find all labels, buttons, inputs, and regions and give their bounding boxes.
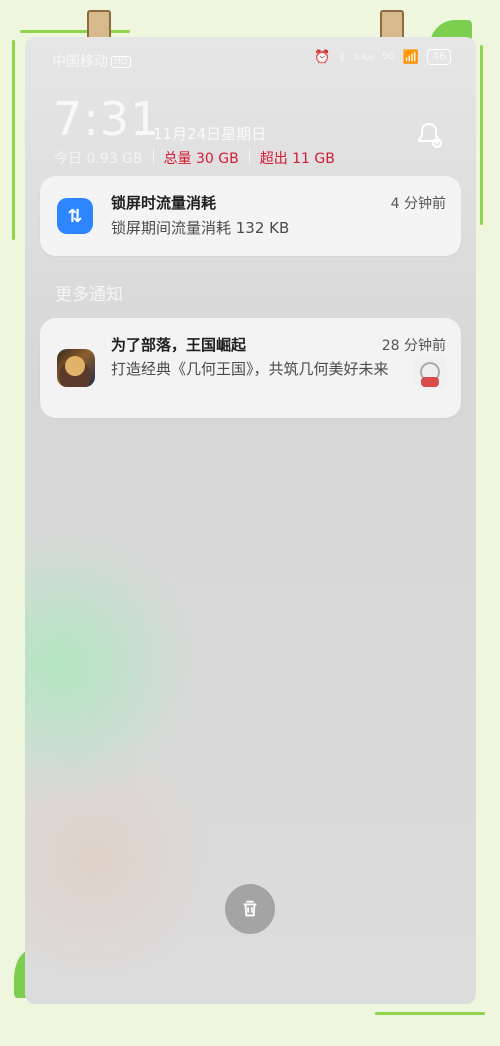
game-app-icon [57, 349, 95, 387]
notification-time: 28 分钟前 [381, 338, 446, 354]
today-usage: 今日 0.93 GB [54, 151, 143, 167]
frame-right-line [480, 45, 483, 225]
hd-badge: HD [111, 56, 131, 68]
notification-card-data-usage[interactable]: ⇅ 锁屏时流量消耗 4 分钟前 锁屏期间流量消耗 132 KB [40, 176, 461, 256]
bluetooth-icon: ᛒ [338, 49, 347, 65]
bell-settings-icon[interactable] [412, 119, 446, 153]
notification-title: 锁屏时流量消耗 [111, 194, 217, 212]
frame-top-line [20, 30, 130, 33]
over-usage: 超出 11 GB [259, 151, 335, 167]
clock-date: 11月24日星期日 [153, 125, 267, 143]
clear-notifications-button[interactable] [225, 884, 275, 934]
frame-left-line [12, 40, 15, 240]
bell-svg [418, 122, 442, 148]
notification-card-game[interactable]: 为了部落，王国崛起 28 分钟前 打造经典《几何王国》，共筑几何美好未来 [40, 318, 461, 418]
more-notifications-label: 更多通知 [55, 285, 123, 305]
notification-title: 为了部落，王国崛起 [111, 336, 247, 354]
usage-separator-2 [248, 148, 250, 164]
carrier-name: 中国移动 [52, 54, 108, 70]
total-usage: 总量 30 GB [163, 151, 239, 167]
usage-separator-1 [152, 148, 154, 164]
alarm-icon: ⏰ [314, 49, 331, 65]
notification-body: 打造经典《几何王国》，共筑几何美好未来 [111, 360, 389, 378]
battery-icon: 46 [427, 49, 451, 65]
notification-thumbnail [414, 356, 447, 389]
carrier-label: 中国移动 HD [52, 51, 131, 71]
up-down-arrows-icon: ⇅ [57, 198, 93, 234]
network-label: 5G [382, 52, 395, 62]
lock-screen: 中国移动 HD ⏰ ᛒ 0 K/s 5G 📶 46 7:31 11月24日星期日 … [25, 37, 476, 1004]
notification-time: 4 分钟前 [390, 196, 446, 212]
trash-icon [243, 900, 257, 917]
status-icons: ⏰ ᛒ 0 K/s 5G 📶 46 [314, 49, 451, 65]
signal-icon: 📶 [402, 49, 419, 65]
frame-bottom-line [375, 1012, 485, 1015]
speed-indicator: 0 K/s [354, 52, 375, 62]
notification-body: 锁屏期间流量消耗 132 KB [111, 219, 290, 237]
clock-time: 7:31 [53, 92, 161, 146]
status-bar: 中国移动 HD ⏰ ᛒ 0 K/s 5G 📶 46 [25, 37, 476, 77]
data-usage-row: 今日 0.93 GB 总量 30 GB 超出 11 GB [54, 148, 335, 168]
